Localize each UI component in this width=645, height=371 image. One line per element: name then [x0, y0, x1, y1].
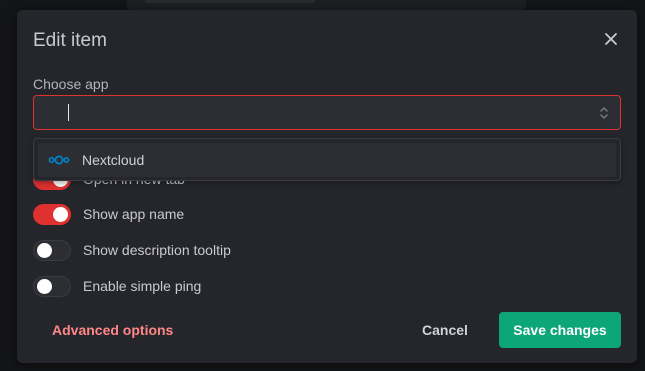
- choose-app-select[interactable]: [33, 95, 621, 130]
- save-changes-button[interactable]: Save changes: [499, 312, 621, 348]
- cancel-button[interactable]: Cancel: [422, 322, 468, 338]
- dropdown-option-label: Nextcloud: [82, 152, 145, 168]
- close-icon[interactable]: [602, 30, 620, 48]
- switch-knob: [37, 243, 52, 258]
- show-app-name-switch[interactable]: [33, 204, 71, 225]
- background-card-text-fragment: [145, 0, 315, 3]
- nextcloud-icon: [48, 153, 70, 167]
- app-dropdown: Nextcloud: [33, 138, 621, 181]
- modal-title: Edit item: [33, 30, 107, 51]
- switch-knob: [37, 279, 52, 294]
- edit-item-modal: Edit item Choose app Nextcloud Show app …: [17, 10, 637, 363]
- show-description-tooltip-switch[interactable]: [33, 240, 71, 261]
- choose-app-label: Choose app: [33, 76, 109, 92]
- show-description-tooltip-label: Show description tooltip: [83, 242, 231, 258]
- text-cursor: [68, 104, 69, 121]
- switch-knob: [53, 207, 68, 222]
- chevron-up-down-icon: [598, 105, 610, 121]
- background-card: [127, 0, 526, 10]
- advanced-options-button[interactable]: Advanced options: [52, 322, 173, 338]
- dropdown-option-nextcloud[interactable]: Nextcloud: [38, 143, 616, 177]
- enable-simple-ping-switch[interactable]: [33, 276, 71, 297]
- enable-simple-ping-label: Enable simple ping: [83, 278, 202, 294]
- show-app-name-label: Show app name: [83, 206, 185, 222]
